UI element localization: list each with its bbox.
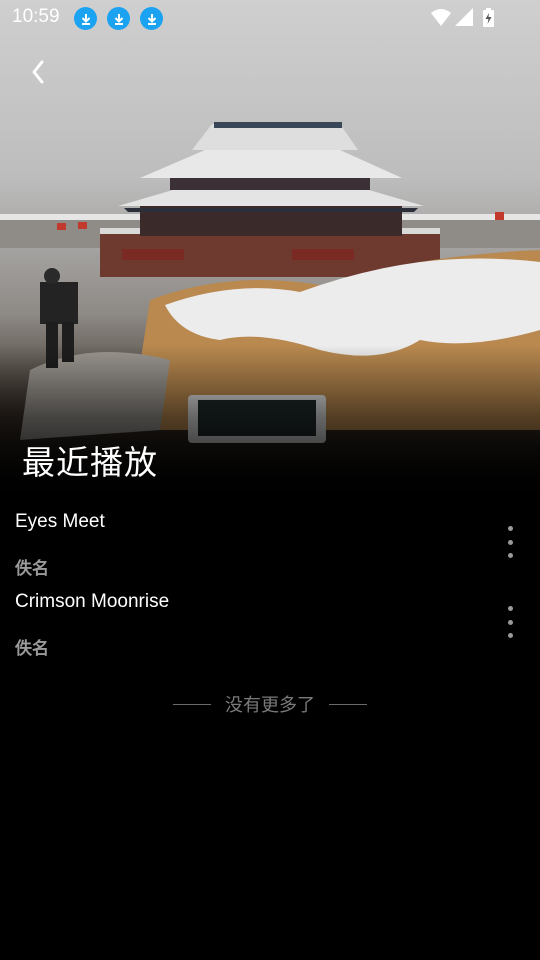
- track-title: Crimson Moonrise: [15, 591, 170, 612]
- page-title: 最近播放: [22, 443, 158, 482]
- status-time: 10:59: [12, 6, 60, 27]
- more-options-button[interactable]: [498, 606, 522, 638]
- list-item[interactable]: Crimson Moonrise 佚名: [0, 585, 540, 665]
- more-options-button[interactable]: [498, 526, 522, 558]
- cell-signal-icon: [455, 8, 473, 26]
- track-list: Eyes Meet 佚名 Crimson Moonrise 佚名: [0, 505, 540, 665]
- download-icon: [140, 7, 163, 30]
- more-vertical-icon: [507, 526, 513, 531]
- end-of-list-text: 没有更多了: [225, 695, 315, 716]
- track-title: Eyes Meet: [15, 511, 105, 532]
- back-button[interactable]: [18, 52, 58, 92]
- divider: [329, 703, 367, 705]
- back-arrow-icon: [32, 60, 44, 84]
- track-artist: 佚名: [15, 639, 49, 659]
- track-artist: 佚名: [15, 559, 49, 579]
- download-icon: [74, 7, 97, 30]
- divider: [173, 703, 211, 705]
- list-item[interactable]: Eyes Meet 佚名: [0, 505, 540, 585]
- status-bar: 10:59: [0, 0, 540, 36]
- wifi-icon: [431, 9, 451, 26]
- end-of-list-note: 没有更多了: [0, 690, 540, 718]
- header-background-image: [0, 0, 540, 505]
- download-icon: [107, 7, 130, 30]
- more-vertical-icon: [507, 606, 513, 611]
